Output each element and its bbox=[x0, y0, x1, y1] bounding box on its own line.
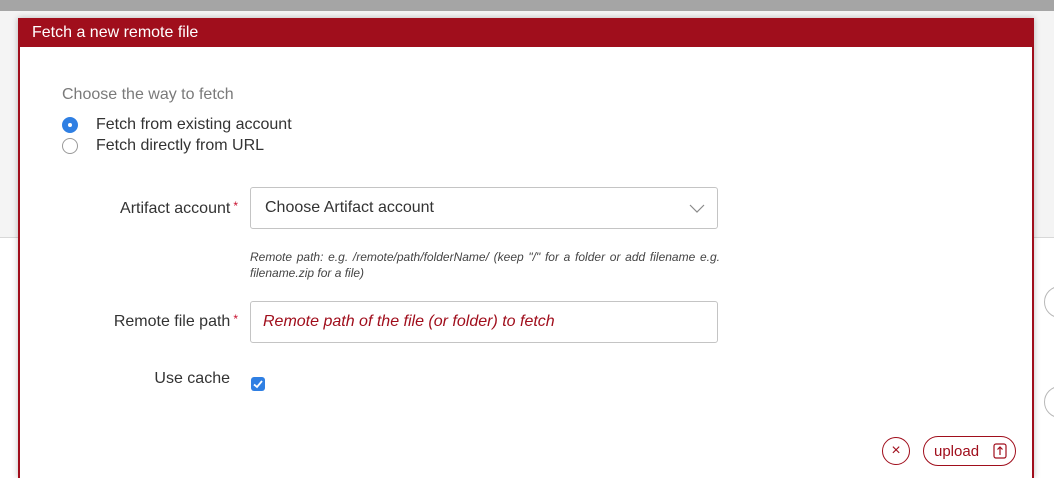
background-round-button bbox=[1044, 286, 1054, 318]
chevron-down-icon bbox=[689, 204, 705, 213]
remote-file-path-label: Remote file path * bbox=[113, 312, 238, 330]
use-cache-checkbox[interactable] bbox=[251, 377, 265, 391]
radio-label: Fetch from existing account bbox=[96, 116, 292, 133]
background-top-bar bbox=[0, 0, 1054, 11]
artifact-account-label: Artifact account * bbox=[120, 199, 238, 217]
artifact-account-select[interactable]: Choose Artifact account bbox=[250, 187, 718, 229]
cancel-button[interactable]: × bbox=[882, 437, 910, 465]
upload-icon bbox=[993, 443, 1007, 459]
required-mark: * bbox=[233, 199, 238, 213]
required-mark: * bbox=[233, 312, 238, 326]
radio-fetch-existing-account[interactable]: Fetch from existing account bbox=[62, 116, 292, 134]
background-round-button bbox=[1044, 386, 1054, 418]
fetch-way-label: Choose the way to fetch bbox=[62, 86, 234, 103]
fetch-remote-file-dialog: Fetch a new remote file Choose the way t… bbox=[18, 18, 1034, 478]
remote-path-hint: Remote path: e.g. /remote/path/folderNam… bbox=[250, 250, 720, 280]
artifact-account-value: Choose Artifact account bbox=[265, 199, 434, 216]
upload-label: upload bbox=[934, 442, 980, 460]
check-icon bbox=[253, 380, 263, 389]
use-cache-label: Use cache bbox=[154, 370, 230, 387]
dialog-title: Fetch a new remote file bbox=[18, 18, 1034, 47]
close-icon: × bbox=[891, 442, 901, 459]
upload-button[interactable]: upload bbox=[923, 436, 1017, 466]
radio-label: Fetch directly from URL bbox=[96, 137, 265, 154]
radio-fetch-from-url[interactable]: Fetch directly from URL bbox=[62, 137, 264, 155]
radio-button-checked[interactable] bbox=[62, 117, 78, 133]
radio-button[interactable] bbox=[62, 138, 78, 154]
remote-file-path-input[interactable] bbox=[250, 301, 718, 343]
